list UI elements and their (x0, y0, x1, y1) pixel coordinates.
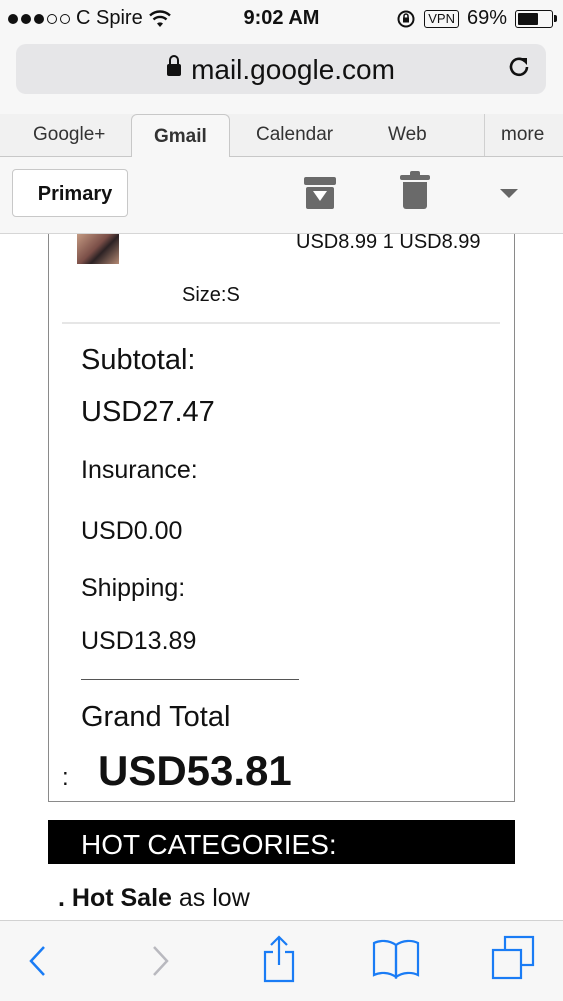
total-divider (81, 679, 299, 680)
subtotal-value: USD27.47 (81, 396, 215, 428)
google-apps-tabs: Google+ Gmail Calendar Web more (0, 114, 563, 157)
shipping-label: Shipping: (81, 574, 186, 602)
bookmarks-icon[interactable] (372, 939, 420, 979)
tab-google-plus[interactable]: Google+ (33, 124, 105, 146)
share-icon[interactable] (261, 935, 297, 985)
status-bar: C Spire 9:02 AM VPN 69% (0, 0, 563, 36)
rotation-lock-icon (397, 10, 415, 27)
product-thumbnail (77, 234, 119, 264)
insurance-label: Insurance: (81, 456, 198, 484)
tab-web[interactable]: Web (388, 124, 427, 146)
reload-icon[interactable] (506, 54, 532, 87)
url-text: mail.google.com (191, 54, 395, 85)
battery-percent: 69% (466, 7, 507, 29)
archive-icon[interactable] (304, 177, 336, 209)
back-icon[interactable] (26, 943, 50, 979)
insurance-value: USD0.00 (81, 517, 183, 545)
chevron-down-icon[interactable] (500, 189, 518, 198)
vpn-badge: VPN (424, 9, 459, 28)
status-right: VPN 69% (396, 7, 557, 30)
battery-icon (515, 9, 557, 28)
lock-icon (167, 54, 182, 76)
tab-calendar[interactable]: Calendar (256, 124, 333, 146)
tab-divider (484, 114, 485, 156)
gmail-toolbar: Primary (0, 157, 563, 234)
forward-icon[interactable] (148, 943, 172, 979)
grand-total-value: USD53.81 (98, 747, 292, 794)
item-price-line: USD8.99 1 USD8.99 (296, 234, 481, 253)
address-area: mail.google.com (0, 36, 563, 114)
tab-gmail[interactable]: Gmail (131, 114, 230, 157)
browser-bottom-toolbar (0, 920, 563, 1001)
address-bar[interactable]: mail.google.com (16, 44, 546, 94)
tabs-icon[interactable] (491, 935, 535, 981)
hot-categories-header: HOT CATEGORIES: (48, 820, 515, 864)
subtotal-label: Subtotal: (81, 344, 196, 376)
item-divider (62, 322, 500, 324)
hot-sale-text: as low (171, 884, 250, 912)
battery-level (518, 12, 538, 25)
tab-more[interactable]: more (501, 124, 544, 146)
email-body[interactable]: USD8.99 1 USD8.99 Size:S Subtotal: USD27… (0, 234, 563, 920)
trash-icon[interactable] (400, 171, 430, 209)
grand-total-label: Grand Total (81, 701, 231, 733)
grand-total-colon: : (62, 764, 69, 791)
hot-sale-title: Hot Sale (71, 884, 172, 912)
shipping-value: USD13.89 (81, 627, 197, 655)
item-size: Size:S (182, 284, 240, 306)
back-to-primary-button[interactable]: Primary (12, 169, 128, 217)
hot-sale-link[interactable]: . Hot Sale as low (58, 884, 250, 913)
